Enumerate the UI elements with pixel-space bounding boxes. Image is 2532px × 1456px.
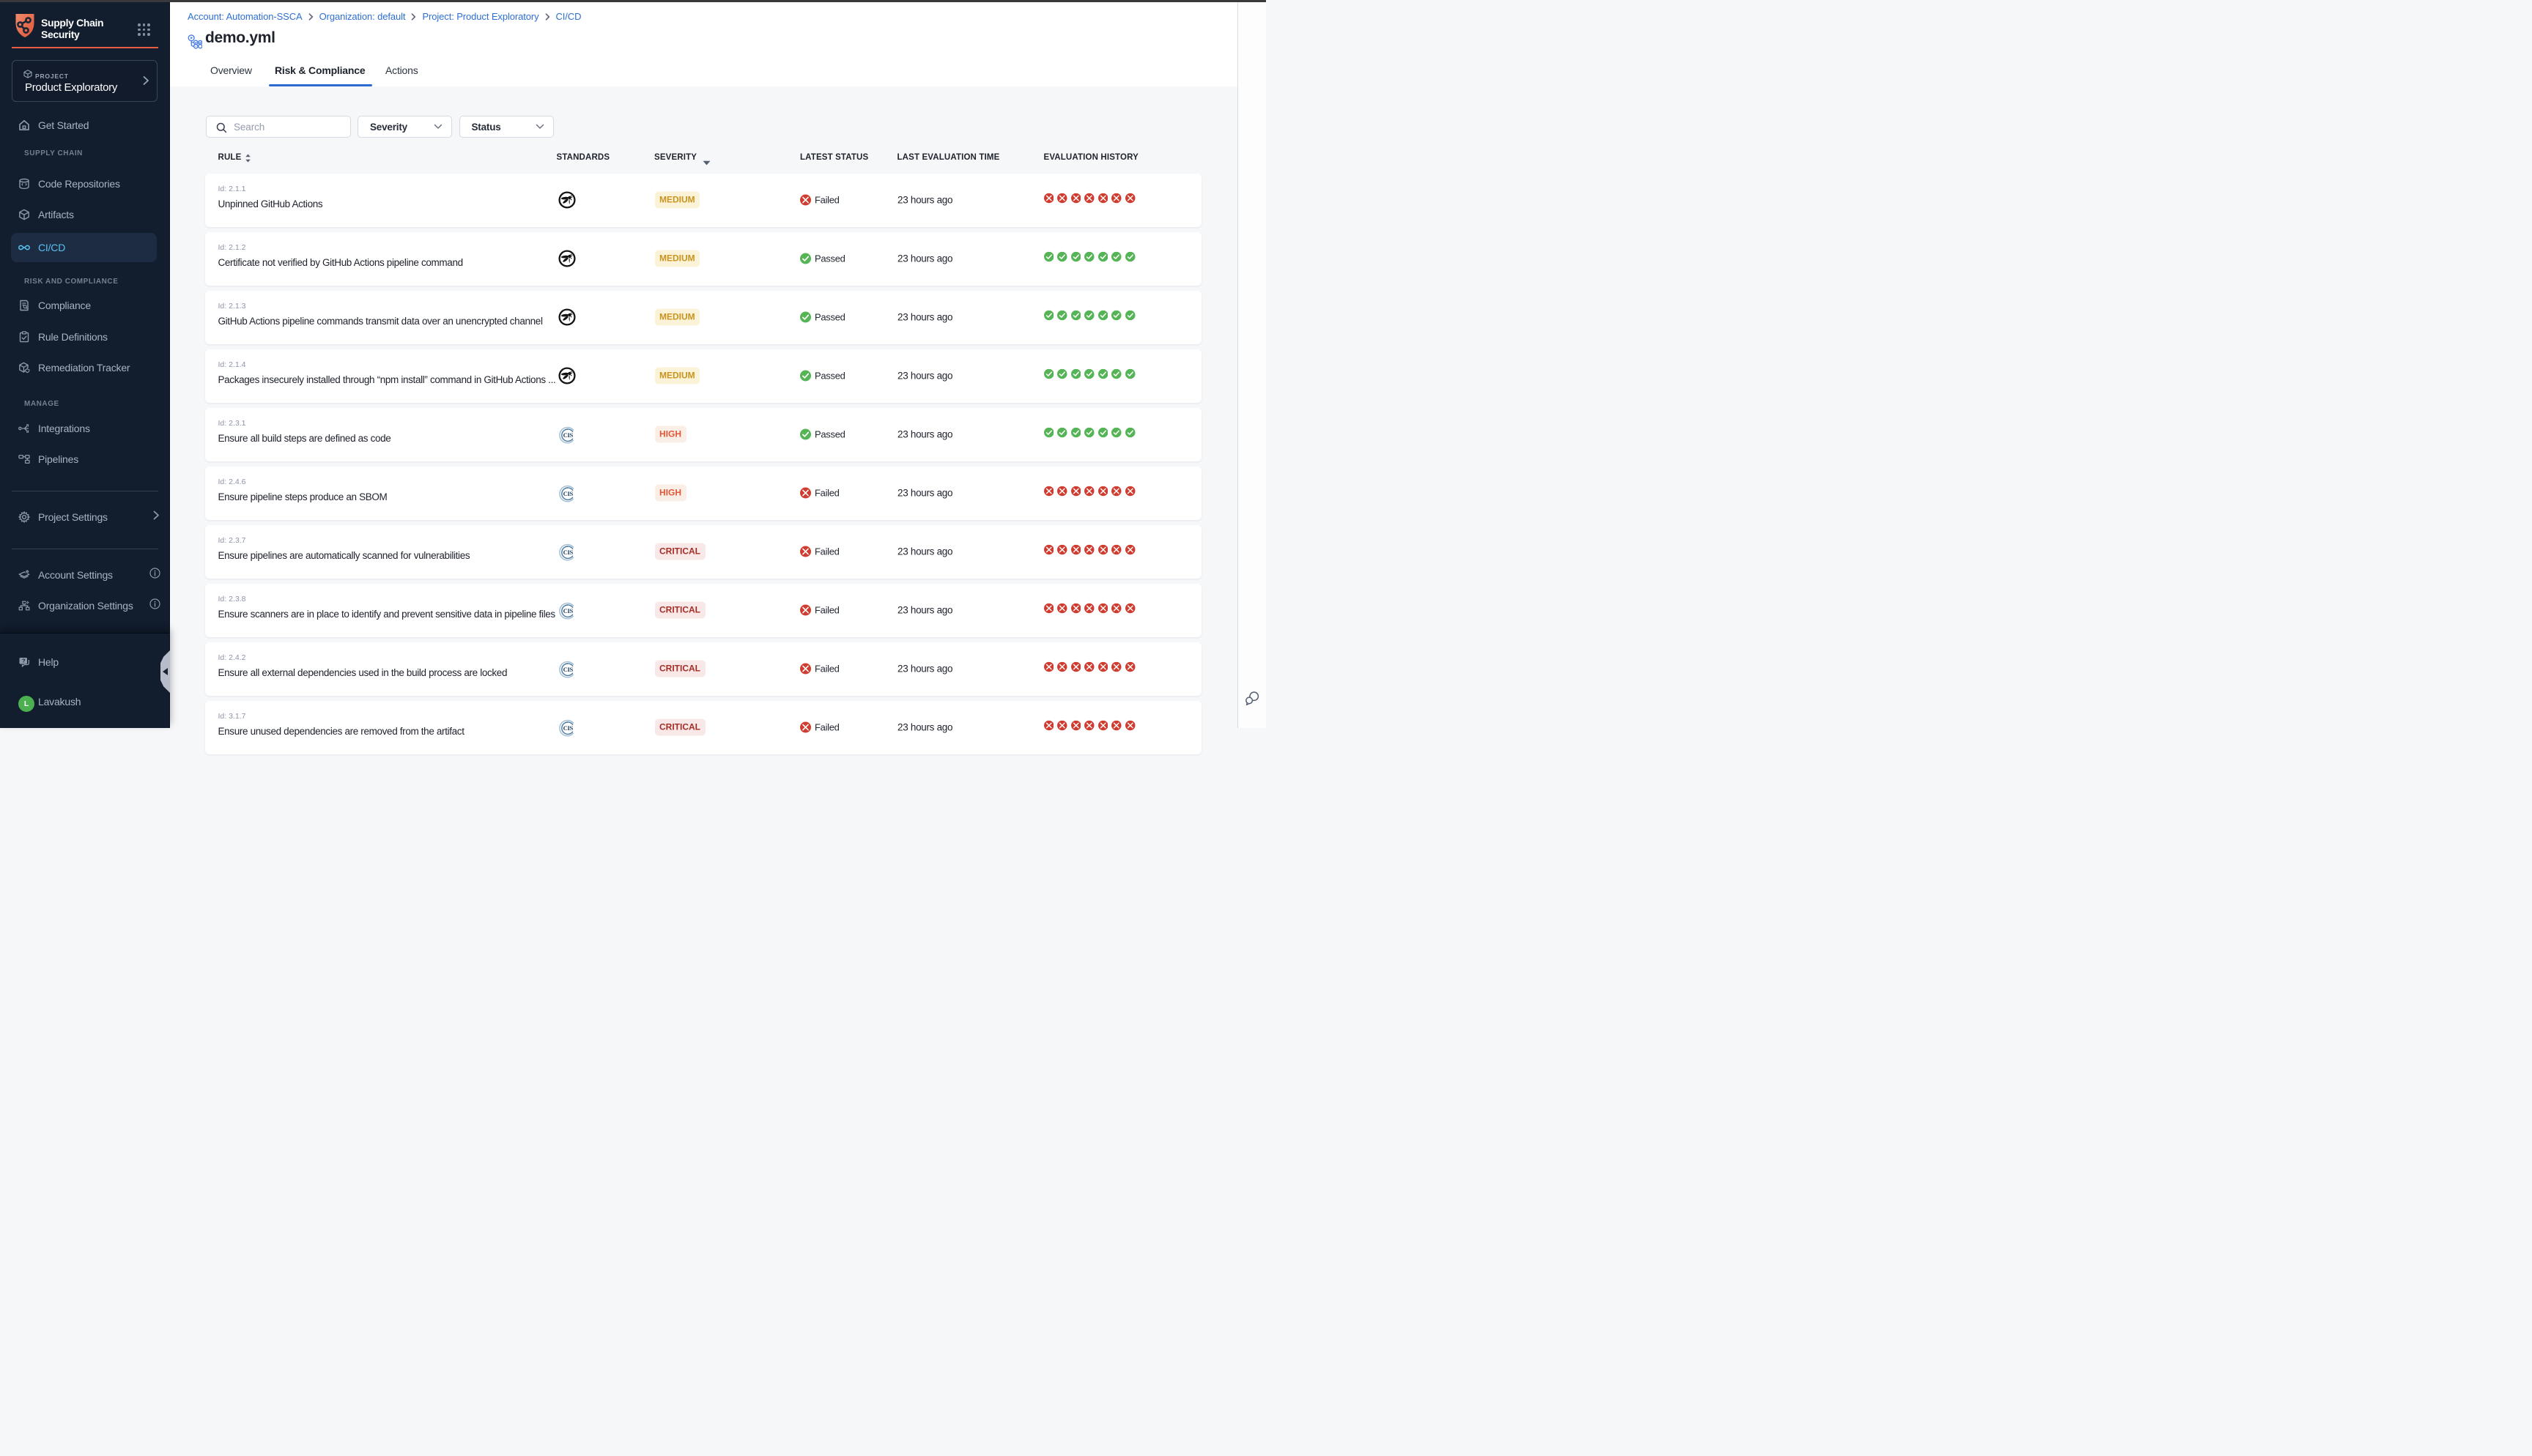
svg-text:CIS: CIS xyxy=(563,666,574,673)
svg-text:CIS: CIS xyxy=(563,607,574,614)
svg-text:CIS: CIS xyxy=(563,549,574,556)
svg-text:?: ? xyxy=(22,657,26,664)
svg-text:CIS: CIS xyxy=(563,431,574,439)
svg-text:CIS: CIS xyxy=(563,490,574,497)
svg-text:CIS: CIS xyxy=(563,724,574,732)
